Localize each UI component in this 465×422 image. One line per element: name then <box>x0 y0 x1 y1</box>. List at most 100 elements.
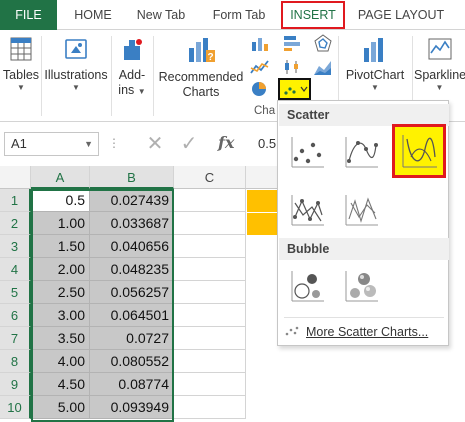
insert-function-button[interactable]: fx <box>218 133 234 152</box>
cell-b[interactable]: 0.0727 <box>90 327 174 350</box>
add-ins-label-text: ins <box>118 83 135 97</box>
tab-file[interactable]: FILE <box>0 0 57 30</box>
recommended-charts-icon: ? <box>189 38 215 63</box>
cell-b[interactable]: 0.08774 <box>90 373 174 396</box>
add-ins-label-line2: ins ▼ <box>113 83 151 99</box>
column-header-d[interactable] <box>246 166 280 189</box>
line-chart-icon[interactable] <box>250 58 270 76</box>
cell-a[interactable]: 3.00 <box>31 304 90 327</box>
recommended-charts-line1: Recommended <box>158 70 244 84</box>
dropdown-divider <box>284 317 444 318</box>
cell-c[interactable] <box>174 396 246 419</box>
add-ins-button[interactable]: Add- ins ▼ <box>113 30 151 122</box>
cell-b[interactable]: 0.064501 <box>90 304 174 327</box>
row-header[interactable]: 8 <box>0 350 31 373</box>
tab-page-layout[interactable]: PAGE LAYOUT <box>352 0 450 30</box>
row-header[interactable]: 9 <box>0 373 31 396</box>
pie-chart-icon[interactable] <box>250 80 270 98</box>
column-chart-icon[interactable] <box>250 34 270 52</box>
cell-c[interactable] <box>174 235 246 258</box>
cell-c[interactable] <box>174 281 246 304</box>
cell-a[interactable]: 2.50 <box>31 281 90 304</box>
sparklines-label: Sparklines <box>414 68 465 82</box>
cell-a[interactable]: 1.00 <box>31 212 90 235</box>
chevron-down-icon: ▼ <box>17 83 25 92</box>
tab-home[interactable]: HOME <box>64 0 122 30</box>
row-header[interactable]: 5 <box>0 281 31 304</box>
name-box[interactable]: A1 ▼ <box>4 132 99 156</box>
radar-chart-icon[interactable] <box>313 34 333 52</box>
cell-c[interactable] <box>174 373 246 396</box>
scatter-smooth-lines-markers-option[interactable] <box>340 131 382 173</box>
column-header-b[interactable]: B <box>90 166 174 189</box>
row-header[interactable]: 7 <box>0 327 31 350</box>
select-all-corner[interactable] <box>0 166 31 189</box>
chevron-down-icon: ▼ <box>84 139 93 149</box>
scatter-straight-lines-markers-option[interactable] <box>286 189 328 231</box>
cell-c[interactable] <box>174 304 246 327</box>
cancel-icon[interactable]: ✕ <box>144 133 166 155</box>
3d-bubble-option[interactable] <box>340 265 382 307</box>
tab-new-tab[interactable]: New Tab <box>128 0 194 30</box>
cell-a[interactable]: 4.00 <box>31 350 90 373</box>
filled-cell-d2[interactable] <box>247 213 280 235</box>
cell-c[interactable] <box>174 350 246 373</box>
formula-input[interactable]: 0.5 <box>258 136 276 151</box>
cell-a[interactable]: 4.50 <box>31 373 90 396</box>
illustrations-button[interactable]: Illustrations ▼ <box>43 30 109 122</box>
cell-c[interactable] <box>174 212 246 235</box>
cell-b[interactable]: 0.056257 <box>90 281 174 304</box>
cell-b[interactable]: 0.048235 <box>90 258 174 281</box>
bubble-option[interactable] <box>286 265 328 307</box>
cell-b[interactable]: 0.040656 <box>90 235 174 258</box>
row-header[interactable]: 10 <box>0 396 31 419</box>
stock-chart-icon[interactable] <box>282 58 302 76</box>
cell-a[interactable]: 5.00 <box>31 396 90 419</box>
illustrations-icon <box>65 39 87 59</box>
cell-c[interactable] <box>174 327 246 350</box>
cell-b[interactable]: 0.027439 <box>90 189 174 212</box>
sparklines-icon <box>428 38 451 60</box>
area-chart-icon[interactable] <box>313 58 333 76</box>
cell-b[interactable]: 0.080552 <box>90 350 174 373</box>
bubble-chart-icon <box>291 271 324 302</box>
cell-a[interactable]: 1.50 <box>31 235 90 258</box>
cell-c[interactable] <box>174 258 246 281</box>
name-box-value: A1 <box>11 136 27 151</box>
cell-c[interactable] <box>174 189 246 212</box>
ribbon-divider <box>153 36 154 116</box>
formula-bar-grip-icon: ⋮ <box>108 136 120 150</box>
recommended-charts-button[interactable]: ? Recommended Charts <box>156 30 246 122</box>
more-scatter-charts-link[interactable]: More Scatter Charts... <box>284 323 428 341</box>
scatter-smooth-markers-icon <box>345 137 378 168</box>
worksheet-grid[interactable]: A B C 1 0.5 0.027439 2 1.00 0.033687 3 1.50 0.04… <box>0 166 280 422</box>
scatter-smooth-lines-option[interactable] <box>392 124 446 178</box>
filled-cell-d1[interactable] <box>247 190 280 212</box>
formula-bar: A1 ▼ ⋮ ✕ ✓ fx 0.5 <box>0 128 280 158</box>
illustrations-label: Illustrations <box>44 68 108 82</box>
scatter-section-header: Scatter <box>279 104 449 126</box>
column-header-a[interactable]: A <box>31 166 90 189</box>
scatter-chart-button[interactable] <box>278 78 311 100</box>
row-header[interactable]: 1 <box>0 189 31 212</box>
row-header[interactable]: 4 <box>0 258 31 281</box>
cell-b[interactable]: 0.093949 <box>90 396 174 419</box>
row-header[interactable]: 6 <box>0 304 31 327</box>
tables-button[interactable]: Tables ▼ <box>2 30 40 122</box>
scatter-straight-lines-icon <box>345 195 378 226</box>
enter-icon[interactable]: ✓ <box>178 133 200 155</box>
cell-a[interactable]: 3.50 <box>31 327 90 350</box>
cell-a[interactable]: 2.00 <box>31 258 90 281</box>
scatter-straight-lines-option[interactable] <box>340 189 382 231</box>
cell-a[interactable]: 0.5 <box>31 189 90 212</box>
cell-b[interactable]: 0.033687 <box>90 212 174 235</box>
charts-group-label: Cha <box>254 105 276 117</box>
tab-insert[interactable]: INSERT <box>281 1 345 29</box>
bar-chart-icon[interactable] <box>282 34 302 52</box>
row-header[interactable]: 3 <box>0 235 31 258</box>
tab-form-tab[interactable]: Form Tab <box>204 0 274 30</box>
ribbon-tab-bar: FILE HOME New Tab Form Tab INSERT PAGE L… <box>0 0 465 30</box>
row-header[interactable]: 2 <box>0 212 31 235</box>
column-header-c[interactable]: C <box>174 166 246 189</box>
scatter-option[interactable] <box>286 131 328 173</box>
